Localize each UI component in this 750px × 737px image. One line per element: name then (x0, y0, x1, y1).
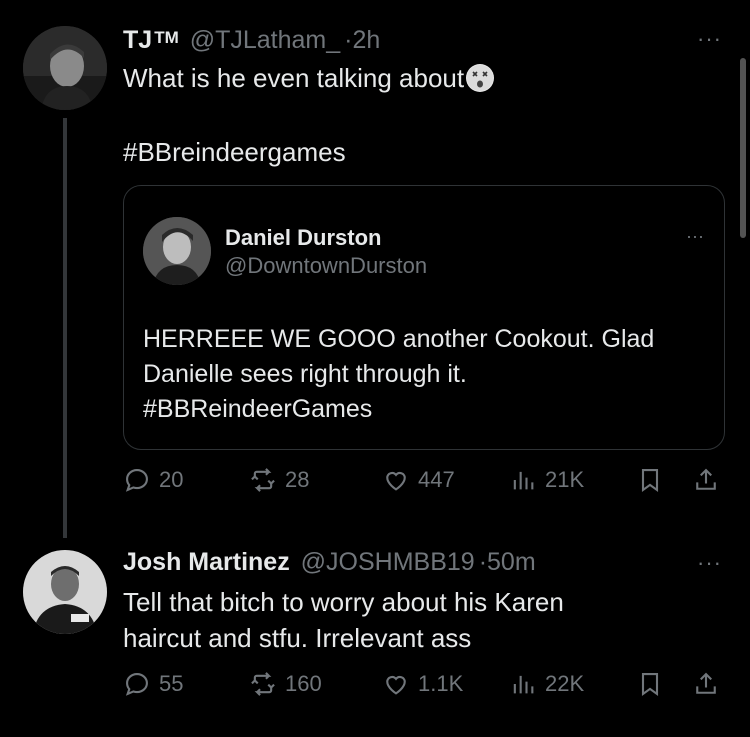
thread-line (63, 118, 67, 538)
heart-icon (386, 471, 406, 491)
like-count: 447 (418, 467, 455, 492)
reply-button[interactable]: 20 (123, 466, 183, 494)
quoted-tweet[interactable]: Daniel Durston @DowntownDurston ··· HERR… (123, 185, 725, 450)
repost-icon (251, 468, 275, 492)
bookmark-icon (641, 469, 659, 492)
reply-button[interactable]: 55 (123, 670, 183, 698)
tweet-text-line: What is he even talking about (123, 63, 465, 93)
repost-button[interactable]: 160 (249, 670, 322, 698)
dizzy-face-emoji-icon (466, 64, 495, 92)
action-bar: 20 28 447 21K (123, 466, 727, 502)
views-chart-icon (513, 675, 534, 694)
author-handle[interactable]: @JOSHMBB19 (301, 548, 475, 576)
share-button[interactable] (692, 466, 720, 494)
share-button[interactable] (692, 670, 720, 698)
reply-count: 20 (159, 467, 184, 492)
reply-icon (125, 673, 148, 696)
like-count: 1.1K (418, 671, 464, 696)
timestamp[interactable]: 50m (487, 548, 536, 576)
bookmark-button[interactable] (636, 670, 664, 698)
like-button[interactable]: 447 (382, 466, 455, 494)
quoted-hashtag-link[interactable]: #BBReindeerGames (143, 392, 703, 427)
quoted-author-name[interactable]: Daniel Durston (225, 225, 381, 251)
quoted-text-line: Danielle sees right through it. (143, 360, 467, 388)
tweet-tj[interactable]: TJ TM @TJLatham_ ·2h ··· What is he even t… (0, 0, 750, 538)
heart-icon (386, 675, 406, 695)
author-name[interactable]: TJ (123, 26, 152, 54)
quoted-text-line: HERREEE WE GOOO another Cookout. Glad (143, 325, 655, 353)
views-count: 22K (545, 671, 585, 696)
avatar-josh[interactable] (23, 550, 107, 634)
bookmark-button[interactable] (636, 466, 664, 494)
views-button[interactable]: 22K (509, 670, 584, 698)
reply-count: 55 (159, 671, 184, 696)
reply-icon (125, 469, 148, 492)
more-options-icon[interactable]: ··· (697, 550, 722, 576)
quoted-author-handle[interactable]: @DowntownDurston (225, 253, 427, 279)
share-icon (696, 672, 716, 694)
share-icon (696, 468, 716, 490)
repost-count: 160 (285, 671, 322, 696)
author-name[interactable]: Josh Martinez (123, 548, 290, 576)
views-count: 21K (545, 467, 585, 492)
repost-icon (251, 672, 275, 696)
like-button[interactable]: 1.1K (382, 670, 463, 698)
tweet-header: Josh Martinez @JOSHMBB19·50m (123, 548, 536, 577)
hashtag-link[interactable]: #BBreindeergames (123, 134, 346, 170)
bookmark-icon (641, 673, 659, 696)
tweet-text-line: Tell that bitch to worry about his Karen (123, 587, 564, 617)
repost-button[interactable]: 28 (249, 466, 309, 494)
tweet-text: What is he even talking about (123, 60, 495, 96)
quoted-tweet-text: HERREEE WE GOOO another Cookout. Glad Da… (143, 322, 703, 427)
scrollbar[interactable] (740, 58, 746, 238)
avatar-daniel[interactable] (143, 217, 211, 285)
tweet-text-line: haircut and stfu. Irrelevant ass (123, 623, 472, 653)
quoted-more-options-icon[interactable]: ··· (686, 226, 704, 247)
tweet-header: TJ TM @TJLatham_ ·2h (123, 26, 380, 55)
timestamp[interactable]: 2h (352, 26, 380, 54)
views-button[interactable]: 21K (509, 466, 584, 494)
action-bar: 55 160 1.1K 22K (123, 670, 727, 706)
tweet-josh[interactable]: Josh Martinez @JOSHMBB19·50m ··· Tell th… (0, 530, 750, 737)
author-name-suffix: TM (154, 28, 179, 47)
more-options-icon[interactable]: ··· (697, 26, 722, 52)
views-chart-icon (513, 471, 534, 490)
repost-count: 28 (285, 467, 310, 492)
separator-dot: · (478, 548, 488, 576)
author-handle[interactable]: @TJLatham_ (190, 26, 340, 54)
avatar-tj[interactable] (23, 26, 107, 110)
